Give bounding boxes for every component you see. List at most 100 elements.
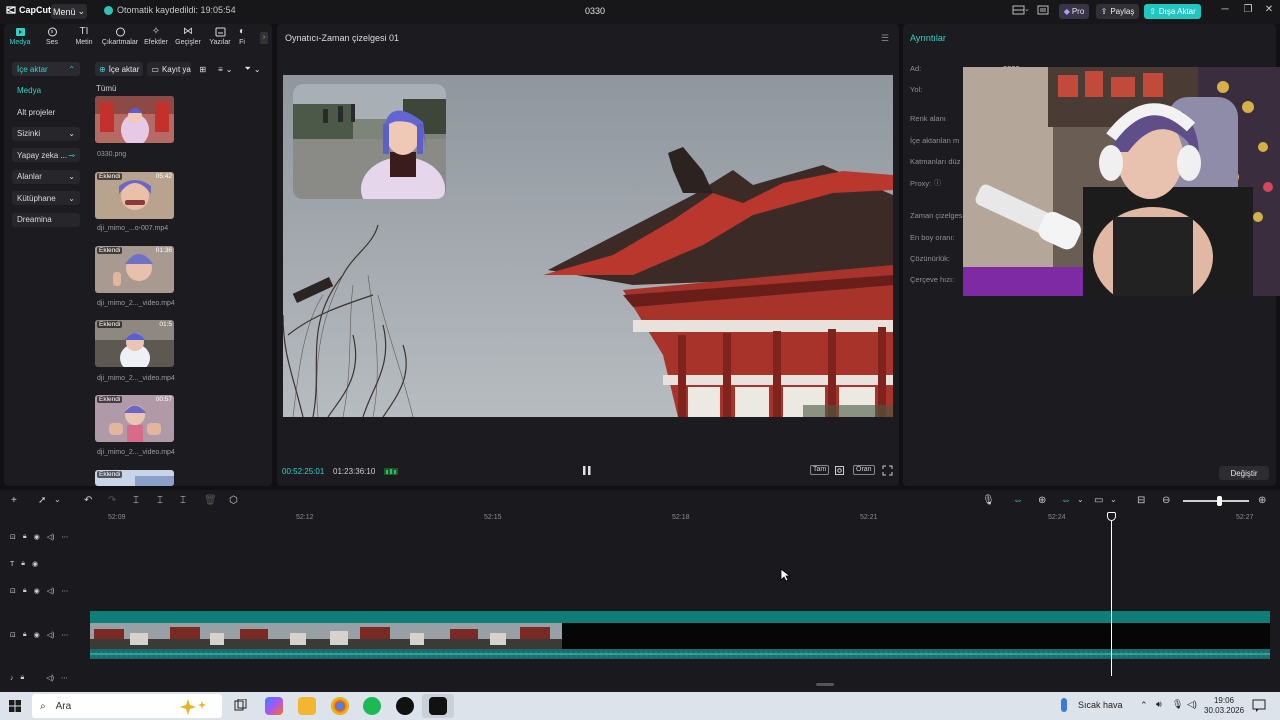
tab-captions[interactable]: Yazılar (204, 24, 236, 52)
lock-icon[interactable]: 🔒︎ (23, 533, 27, 541)
sidebar-item-ai[interactable]: Yapay zeka ... ⊸ (12, 148, 80, 162)
undo-icon[interactable]: ↶ (84, 495, 92, 506)
subtitle-icon[interactable]: ⊟ (1137, 495, 1145, 506)
horizontal-scrollbar[interactable] (816, 683, 834, 686)
menu-button[interactable]: Menü ⌄ (51, 4, 87, 19)
split-left-icon[interactable]: ⌶ (157, 495, 163, 506)
sidebar-item-media[interactable]: Medya (12, 84, 80, 98)
tab-effects[interactable]: ✧ Efektler (140, 24, 172, 52)
track-frame-icon[interactable]: ⊡ (10, 533, 16, 541)
media-thumbnail[interactable]: Eklendi 05:42 (95, 172, 174, 219)
info-icon[interactable]: ⓘ (934, 178, 941, 188)
microphone-icon[interactable]: 🎙 (982, 495, 995, 506)
lock-icon[interactable]: 🔒︎ (21, 560, 25, 568)
chevron-down-icon[interactable]: ⌄ (1110, 495, 1117, 504)
time-ruler[interactable]: 52:09 52:12 52:15 52:18 52:21 52:24 52:2… (90, 512, 1280, 524)
more-icon[interactable]: ⋯ (61, 533, 68, 541)
track-frame-icon[interactable]: ⊡ (10, 631, 16, 639)
overlay-clip[interactable] (90, 611, 1270, 623)
full-quality-button[interactable]: Tam (810, 465, 830, 475)
copilot-app-icon[interactable] (265, 697, 283, 715)
track-frame-icon[interactable]: ⊡ (10, 587, 16, 595)
tab-media[interactable]: Medya (4, 24, 36, 52)
video-canvas[interactable] (283, 75, 893, 417)
more-icon[interactable]: ⋯ (61, 631, 68, 639)
spotify-icon[interactable] (363, 697, 381, 715)
media-thumbnail[interactable]: Eklendi 01:36 (95, 246, 174, 293)
split-icon[interactable]: ⌶ (133, 495, 139, 506)
marker-icon[interactable]: ⬡ (229, 495, 238, 506)
view-toggle-button[interactable]: ⊞ (195, 62, 210, 76)
filter-button[interactable]: ⏷ ⌄ (240, 62, 264, 76)
empty-clip-region[interactable] (562, 623, 1270, 649)
tab-text[interactable]: TI Metin (68, 24, 100, 52)
screen-icon[interactable]: ▭ (1094, 495, 1103, 506)
media-thumbnail[interactable]: Eklendi 01:5 (95, 320, 174, 367)
zoom-slider[interactable] (1183, 500, 1249, 502)
video-clip[interactable] (90, 623, 562, 649)
chevron-down-icon[interactable]: ⌄ (54, 495, 61, 504)
chevron-down-icon[interactable]: ⌄ (1077, 495, 1084, 504)
playhead-line[interactable] (1111, 514, 1112, 676)
picture-in-picture-overlay[interactable] (293, 84, 446, 199)
speaker-icon[interactable]: ◁) (47, 587, 55, 595)
import-button[interactable]: ⊕ İçe aktar (95, 62, 144, 76)
menu-lines-icon[interactable]: ☰ (881, 33, 889, 44)
sidebar-item-yours[interactable]: Sizinki ⌄ (12, 126, 80, 141)
tab-audio[interactable]: Ses (36, 24, 68, 52)
share-button[interactable]: ⇪ Paylaş (1096, 4, 1139, 19)
text-track-icon[interactable]: T (10, 561, 14, 568)
shortcuts-icon[interactable] (1037, 5, 1049, 15)
eye-icon[interactable]: ◉ (34, 631, 40, 639)
media-thumbnail[interactable]: Eklendi (95, 470, 174, 486)
copilot-sparkle-icon[interactable] (176, 697, 216, 715)
media-thumbnail[interactable]: Eklendi 00:57 (95, 395, 174, 442)
eye-icon[interactable]: ◉ (34, 587, 40, 595)
zoom-out-icon[interactable]: ⊖ (1162, 495, 1170, 506)
sidebar-item-library[interactable]: Kütüphane ⌄ (12, 191, 80, 205)
zoom-in-icon[interactable]: ⊕ (1258, 495, 1266, 506)
redo-icon[interactable]: ↷ (108, 495, 116, 506)
chevron-right-icon[interactable]: › (260, 32, 268, 44)
obs-icon[interactable] (396, 697, 414, 715)
crop-icon[interactable] (834, 465, 845, 476)
microphone-tray-icon[interactable]: 🎙︎ (1172, 699, 1183, 710)
fullscreen-icon[interactable] (882, 465, 893, 476)
delete-icon[interactable]: 🗑 (204, 495, 217, 506)
chevron-up-icon[interactable]: ⌃ (1140, 700, 1148, 711)
sidebar-item-spaces[interactable]: Alanlar ⌄ (12, 169, 80, 184)
volume-icon[interactable]: 🔊︎ (1156, 699, 1162, 710)
preview-axis-icon[interactable]: ⇔ (1061, 495, 1071, 506)
system-clock[interactable]: 19:06 30.03.2026 (1204, 696, 1244, 716)
weather-widget[interactable]: Sıcak hava (1060, 700, 1123, 710)
lock-icon[interactable]: 🔒︎ (21, 674, 25, 682)
sidebar-item-import[interactable]: İçe aktar ⌃ (12, 62, 80, 76)
zoom-slider-handle[interactable] (1217, 496, 1222, 506)
chrome-icon[interactable] (331, 697, 349, 715)
tab-transitions[interactable]: ⋈ Geçişler (172, 24, 204, 52)
maximize-icon[interactable]: ❐ (1238, 4, 1258, 19)
audio-track-icon[interactable]: ♪ (10, 675, 14, 682)
split-right-icon[interactable]: ⌶ (180, 495, 186, 506)
speaker-icon[interactable]: ◁) (47, 631, 55, 639)
pause-button[interactable] (583, 466, 591, 475)
lock-icon[interactable]: 🔒︎ (23, 587, 27, 595)
sidebar-item-dreamina[interactable]: Dreamina (12, 212, 80, 227)
aspect-ratio-button[interactable]: Oran (853, 465, 875, 475)
windows-start-icon[interactable] (9, 700, 21, 712)
tab-stickers[interactable]: Çıkartmalar (100, 24, 140, 52)
more-icon[interactable]: ⋯ (61, 587, 68, 595)
record-button[interactable]: ▭Kayıt yap (147, 62, 192, 76)
minimize-icon[interactable]: ─ (1215, 4, 1235, 19)
more-icon[interactable]: ⋯ (61, 674, 68, 682)
snap-icon[interactable]: ⊕ (1038, 495, 1046, 506)
playhead-handle[interactable] (1107, 512, 1116, 521)
lock-icon[interactable]: 🔒︎ (23, 631, 27, 639)
capcut-taskbar-active[interactable] (422, 694, 454, 718)
plus-icon[interactable]: + (11, 495, 17, 506)
chevron-down-icon[interactable]: ⌄ (1024, 5, 1030, 13)
media-thumbnail[interactable] (95, 96, 174, 143)
tab-filters[interactable]: ◐ Fi (236, 24, 248, 52)
sort-button[interactable]: ≡ ⌄ (214, 62, 236, 76)
link-clips-icon[interactable]: ⇔ (1013, 495, 1023, 506)
